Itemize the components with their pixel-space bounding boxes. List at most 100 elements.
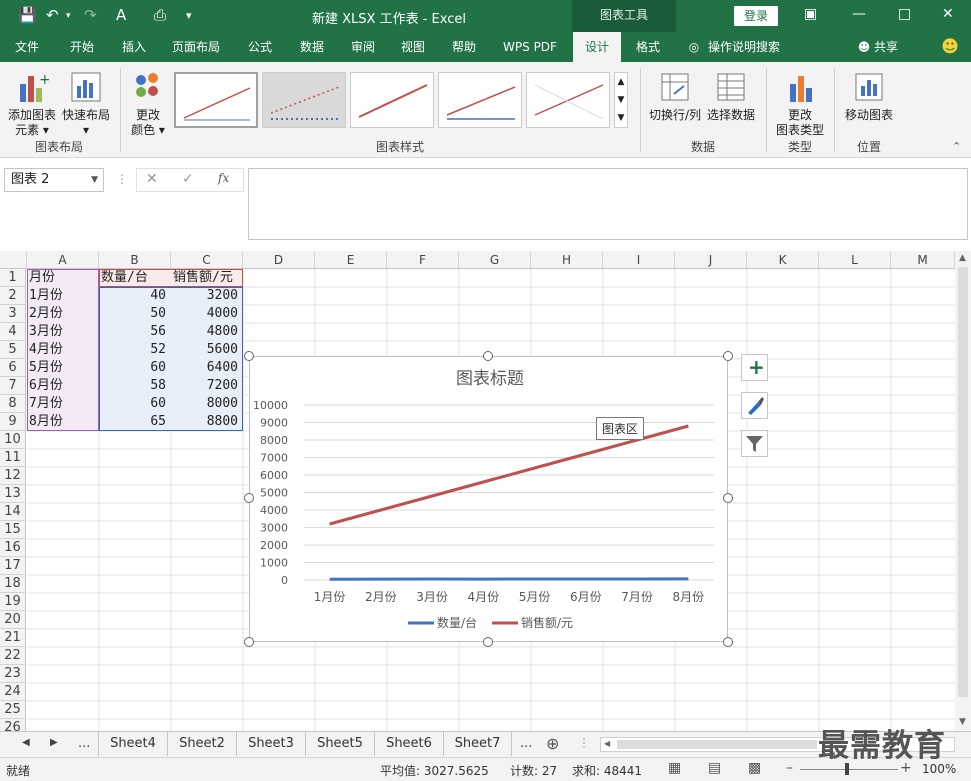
row-header[interactable]: 13	[0, 485, 26, 503]
undo-icon[interactable]: ↶	[46, 6, 59, 24]
customize-toolbar-icon[interactable]: ▾	[186, 9, 192, 22]
change-chart-type-button[interactable]: 更改 图表类型	[772, 70, 828, 138]
chart-styles-button[interactable]	[741, 392, 768, 419]
normal-view-icon[interactable]: ▦	[668, 760, 681, 776]
enter-icon[interactable]: ✓	[182, 171, 194, 187]
zoom-slider[interactable]	[800, 769, 898, 770]
row-header[interactable]: 7	[0, 377, 26, 395]
smiley-icon[interactable]: ☻	[938, 32, 962, 62]
ribbon-display-icon[interactable]: ▣	[804, 6, 817, 22]
table-cell[interactable]: 8000	[173, 395, 241, 412]
add-chart-element-button[interactable]: + 添加图表 元素 ▾	[6, 70, 58, 138]
table-cell[interactable]: 2月份	[29, 305, 97, 322]
sheets-more-right[interactable]: ...	[520, 736, 532, 751]
col-header-b[interactable]: B	[99, 251, 171, 269]
table-cell[interactable]: 56	[101, 323, 169, 340]
zoom-out-icon[interactable]: –	[786, 760, 793, 776]
tab-help[interactable]: 帮助	[442, 32, 486, 62]
table-cell[interactable]: 7200	[173, 377, 241, 394]
table-cell[interactable]: 1月份	[29, 287, 97, 304]
table-cell[interactable]: 60	[101, 359, 169, 376]
header-cell[interactable]: 月份	[29, 269, 97, 286]
chart-style-1[interactable]	[174, 72, 258, 128]
col-header-m[interactable]: M	[891, 251, 955, 269]
row-header[interactable]: 2	[0, 287, 26, 305]
chart-style-3[interactable]	[350, 72, 434, 128]
row-header[interactable]: 25	[0, 701, 26, 719]
sheet-tab[interactable]: Sheet6	[375, 732, 444, 756]
tab-design[interactable]: 设计	[573, 32, 621, 62]
resize-handle-r[interactable]	[723, 493, 733, 503]
chart-elements-button[interactable]: +	[741, 354, 768, 381]
table-cell[interactable]: 4月份	[29, 341, 97, 358]
sheet-tab[interactable]: Sheet4	[98, 732, 168, 756]
insert-function-button[interactable]: fx	[218, 171, 229, 185]
share-button[interactable]: 共享	[874, 32, 908, 62]
select-data-button[interactable]: 选择数据	[704, 70, 758, 123]
resize-handle-bl[interactable]	[244, 637, 254, 647]
table-cell[interactable]: 7月份	[29, 395, 97, 412]
redo-icon[interactable]: ↷	[84, 6, 97, 24]
scroll-down-icon[interactable]: ▼	[959, 717, 966, 727]
scroll-up-icon[interactable]: ▲	[959, 253, 966, 263]
legend-label[interactable]: 数量/台	[437, 615, 477, 630]
save-icon[interactable]: 💾	[18, 6, 37, 24]
sheets-more-left[interactable]: ...	[78, 736, 90, 751]
col-header-l[interactable]: L	[819, 251, 891, 269]
next-sheet-icon[interactable]: ▶	[50, 737, 58, 748]
resize-handle-t[interactable]	[483, 351, 493, 361]
chart-style-5[interactable]	[526, 72, 610, 128]
sheet-tab[interactable]: Sheet5	[306, 732, 375, 756]
col-header-j[interactable]: J	[675, 251, 747, 269]
col-header-k[interactable]: K	[747, 251, 819, 269]
table-cell[interactable]: 52	[101, 341, 169, 358]
minimize-icon[interactable]: —	[852, 6, 866, 22]
col-header-c[interactable]: C	[171, 251, 243, 269]
move-chart-button[interactable]: 移动图表	[840, 70, 898, 123]
row-header[interactable]: 10	[0, 431, 26, 449]
header-cell[interactable]: 销售额/元	[173, 269, 241, 286]
col-header-d[interactable]: D	[243, 251, 315, 269]
table-cell[interactable]: 58	[101, 377, 169, 394]
header-cell[interactable]: 数量/台	[101, 269, 169, 286]
change-colors-button[interactable]: 更改 颜色 ▾	[126, 70, 170, 138]
table-cell[interactable]: 8月份	[29, 413, 97, 430]
sheet-tab[interactable]: Sheet7	[444, 732, 512, 756]
chart-filters-button[interactable]	[741, 430, 768, 457]
switch-row-column-button[interactable]: 切换行/列	[646, 70, 704, 123]
table-cell[interactable]: 3200	[173, 287, 241, 304]
row-header[interactable]: 6	[0, 359, 26, 377]
tab-wps-pdf[interactable]: WPS PDF	[496, 32, 564, 62]
tab-formulas[interactable]: 公式	[238, 32, 282, 62]
col-header-g[interactable]: G	[459, 251, 531, 269]
sheet-tab[interactable]: Sheet2	[168, 732, 237, 756]
table-cell[interactable]: 4800	[173, 323, 241, 340]
tab-file[interactable]: 文件	[6, 32, 48, 62]
tab-review[interactable]: 审阅	[341, 32, 385, 62]
name-box[interactable]: 图表 2 ▼	[4, 168, 104, 192]
table-cell[interactable]: 40	[101, 287, 169, 304]
row-header[interactable]: 3	[0, 305, 26, 323]
chart-style-2[interactable]	[262, 72, 346, 128]
table-cell[interactable]: 8800	[173, 413, 241, 430]
row-header[interactable]: 15	[0, 521, 26, 539]
row-header[interactable]: 9	[0, 413, 26, 431]
chart-style-4[interactable]	[438, 72, 522, 128]
scroll-thumb[interactable]	[958, 267, 968, 697]
collapse-ribbon-icon[interactable]: ⌃	[952, 140, 961, 153]
close-icon[interactable]: ✕	[942, 6, 954, 22]
col-header-h[interactable]: H	[531, 251, 603, 269]
select-all[interactable]	[0, 251, 27, 269]
chart-title[interactable]: 图表标题	[456, 369, 524, 389]
table-cell[interactable]: 5月份	[29, 359, 97, 376]
table-cell[interactable]: 6月份	[29, 377, 97, 394]
row-header[interactable]: 24	[0, 683, 26, 701]
tell-me-search[interactable]: 操作说明搜索	[708, 32, 798, 62]
tab-format[interactable]: 格式	[626, 32, 670, 62]
vertical-scrollbar[interactable]: ▲ ▼	[955, 251, 971, 731]
row-header[interactable]: 23	[0, 665, 26, 683]
tab-page-layout[interactable]: 页面布局	[164, 32, 228, 62]
row-header[interactable]: 26	[0, 719, 26, 731]
row-header[interactable]: 4	[0, 323, 26, 341]
legend-label[interactable]: 销售额/元	[521, 615, 573, 630]
